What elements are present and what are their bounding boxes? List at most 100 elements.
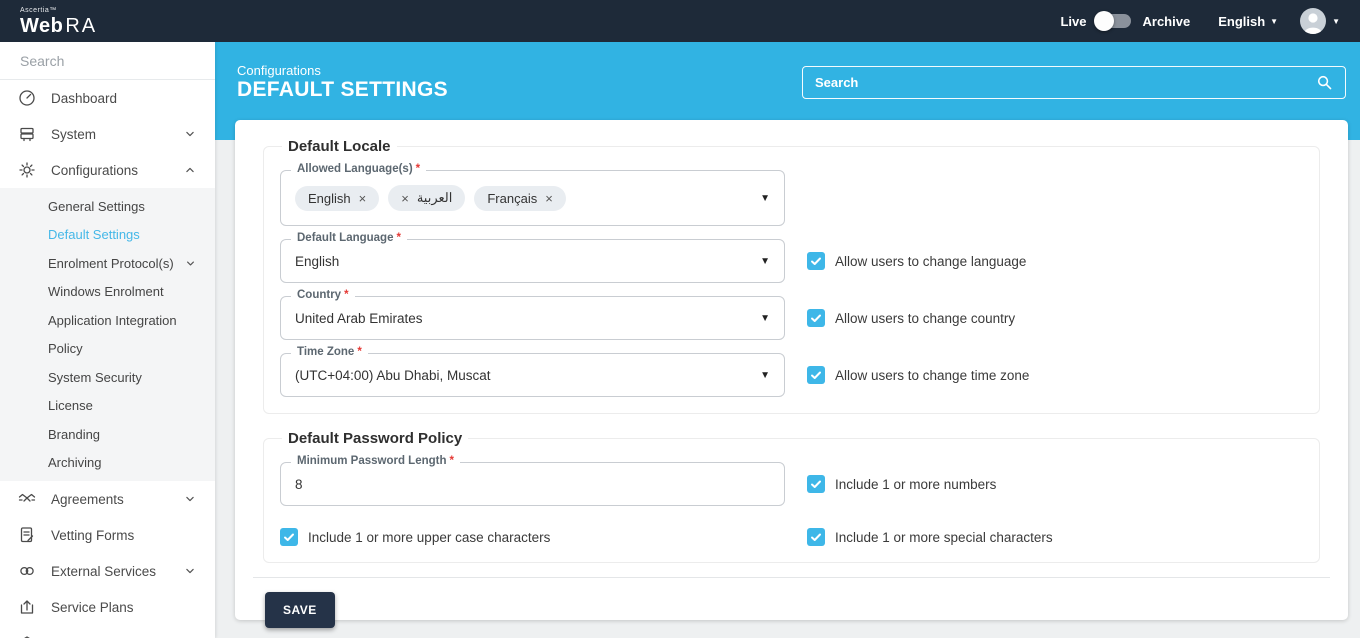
- checkbox-checked-icon[interactable]: [807, 252, 825, 270]
- sub-item-label: Windows Enrolment: [48, 284, 164, 299]
- chevron-down-icon: [183, 564, 197, 578]
- user-menu[interactable]: ▼: [1300, 8, 1340, 34]
- min-password-length-input[interactable]: [295, 477, 723, 492]
- sub-item-label: General Settings: [48, 199, 145, 214]
- sub-item-label: Branding: [48, 427, 100, 442]
- sub-item-label: Archiving: [48, 455, 101, 470]
- sub-item-label: Enrolment Protocol(s): [48, 256, 174, 271]
- header-search-input[interactable]: [815, 75, 1316, 90]
- search-icon[interactable]: [1316, 74, 1333, 91]
- sidebar-item-application-integration[interactable]: Application Integration: [0, 306, 215, 335]
- avatar: [1300, 8, 1326, 34]
- sidebar-item-windows-enrolment[interactable]: Windows Enrolment: [0, 278, 215, 307]
- sidebar-item-service-plans[interactable]: Service Plans: [0, 589, 215, 625]
- default-locale-section: Default Locale Allowed Language(s)* Engl…: [263, 138, 1320, 414]
- archive-label: Archive: [1143, 14, 1191, 29]
- remove-icon[interactable]: ×: [401, 191, 409, 206]
- checkbox-checked-icon[interactable]: [807, 528, 825, 546]
- include-numbers-checkbox[interactable]: Include 1 or more numbers: [807, 475, 996, 493]
- checkbox-checked-icon[interactable]: [807, 475, 825, 493]
- allow-change-country-checkbox[interactable]: Allow users to change country: [807, 309, 1015, 327]
- sidebar-item-label: Agreements: [51, 492, 124, 507]
- system-icon: [18, 125, 36, 143]
- language-dropdown[interactable]: English ▼: [1218, 14, 1278, 29]
- sidebar-item-enterprises[interactable]: Enterprises: [0, 625, 215, 638]
- sub-item-label: License: [48, 398, 93, 413]
- box-arrow-up-icon: [18, 598, 36, 616]
- brand-logo[interactable]: Ascertia™ WebRA: [20, 7, 97, 36]
- page-title: DEFAULT SETTINGS: [237, 78, 448, 102]
- chevron-down-icon: [184, 257, 197, 270]
- sidebar-item-external-services[interactable]: External Services: [0, 553, 215, 589]
- divider: [253, 577, 1330, 578]
- checkbox-label: Include 1 or more special characters: [835, 530, 1053, 545]
- app-root: Ascertia™ WebRA Live Archive English ▼ ▼: [0, 0, 1360, 638]
- live-archive-toggle[interactable]: [1097, 14, 1131, 28]
- default-language-select[interactable]: Default Language* English ▼: [280, 239, 785, 283]
- gear-icon: [18, 161, 36, 179]
- allow-change-language-checkbox[interactable]: Allow users to change language: [807, 252, 1026, 270]
- toggle-knob: [1094, 11, 1114, 31]
- sidebar-item-label: System: [51, 127, 96, 142]
- sidebar-item-policy[interactable]: Policy: [0, 335, 215, 364]
- required-mark: *: [396, 232, 400, 244]
- save-button[interactable]: SAVE: [265, 592, 335, 628]
- settings-card: Default Locale Allowed Language(s)* Engl…: [235, 120, 1348, 620]
- sidebar-item-archiving[interactable]: Archiving: [0, 449, 215, 478]
- dropdown-caret-icon[interactable]: ▼: [760, 256, 770, 267]
- include-uppercase-checkbox[interactable]: Include 1 or more upper case characters: [280, 528, 550, 546]
- document-pen-icon: [18, 526, 36, 544]
- allow-change-timezone-checkbox[interactable]: Allow users to change time zone: [807, 366, 1029, 384]
- chip-french[interactable]: Français×: [474, 186, 565, 211]
- link-icon: [18, 562, 36, 580]
- sidebar-item-enrolment-protocols[interactable]: Enrolment Protocol(s): [0, 249, 215, 278]
- sidebar-item-dashboard[interactable]: Dashboard: [0, 80, 215, 116]
- sidebar-search-input[interactable]: [20, 53, 201, 69]
- selected-value: English: [295, 254, 339, 269]
- allowed-languages-field[interactable]: Allowed Language(s)* English× العربية× F…: [280, 170, 785, 226]
- checkbox-checked-icon[interactable]: [807, 366, 825, 384]
- required-mark: *: [450, 455, 454, 467]
- checkbox-label: Allow users to change time zone: [835, 368, 1029, 383]
- min-password-length-field[interactable]: Minimum Password Length*: [280, 462, 785, 506]
- chevron-down-icon: [183, 127, 197, 141]
- sidebar-item-default-settings[interactable]: Default Settings: [0, 221, 215, 250]
- sidebar-item-label: External Services: [51, 564, 156, 579]
- top-navbar: Ascertia™ WebRA Live Archive English ▼ ▼: [0, 0, 1360, 42]
- sidebar-item-license[interactable]: License: [0, 392, 215, 421]
- country-select[interactable]: Country* United Arab Emirates ▼: [280, 296, 785, 340]
- sidebar-item-general-settings[interactable]: General Settings: [0, 192, 215, 221]
- required-mark: *: [416, 163, 420, 175]
- chip-label: العربية: [417, 190, 453, 206]
- chip-label: English: [308, 191, 351, 206]
- chip-english[interactable]: English ×: [295, 186, 379, 211]
- required-mark: *: [344, 289, 348, 301]
- dropdown-caret-icon[interactable]: ▼: [760, 370, 770, 381]
- sidebar-item-configurations[interactable]: Configurations: [0, 152, 215, 188]
- sidebar-item-agreements[interactable]: Agreements: [0, 481, 215, 517]
- handshake-icon: [18, 490, 36, 508]
- remove-icon[interactable]: ×: [545, 191, 553, 206]
- sidebar-item-system[interactable]: System: [0, 116, 215, 152]
- checkbox-label: Allow users to change language: [835, 254, 1026, 269]
- section-title: Default Locale: [282, 138, 397, 155]
- brand-web: Web: [20, 15, 63, 37]
- chevron-down-icon: ▼: [1332, 17, 1340, 26]
- sidebar-item-branding[interactable]: Branding: [0, 420, 215, 449]
- chip-arabic[interactable]: العربية ×: [388, 185, 465, 211]
- include-special-checkbox[interactable]: Include 1 or more special characters: [807, 528, 1053, 546]
- sidebar-item-vetting-forms[interactable]: Vetting Forms: [0, 517, 215, 553]
- password-policy-section: Default Password Policy Minimum Password…: [263, 430, 1320, 563]
- dropdown-caret-icon[interactable]: ▼: [760, 193, 770, 204]
- section-title: Default Password Policy: [282, 430, 468, 447]
- sidebar-search: [0, 42, 215, 80]
- sub-item-label: System Security: [48, 370, 142, 385]
- dropdown-caret-icon[interactable]: ▼: [760, 313, 770, 324]
- sidebar-item-system-security[interactable]: System Security: [0, 363, 215, 392]
- remove-icon[interactable]: ×: [359, 191, 367, 206]
- checkbox-checked-icon[interactable]: [807, 309, 825, 327]
- timezone-select[interactable]: Time Zone* (UTC+04:00) Abu Dhabi, Muscat…: [280, 353, 785, 397]
- brand-small: Ascertia™: [20, 7, 97, 14]
- bank-icon: [18, 634, 36, 638]
- checkbox-checked-icon[interactable]: [280, 528, 298, 546]
